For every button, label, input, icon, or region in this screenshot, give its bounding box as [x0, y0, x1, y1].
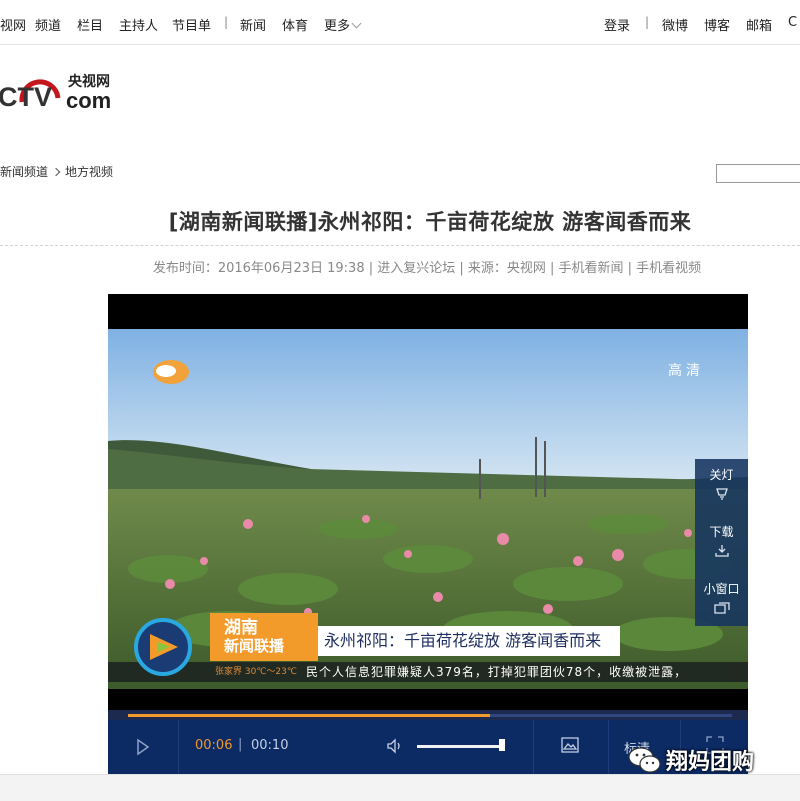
nav-separator: | [224, 15, 229, 29]
play-icon[interactable] [136, 738, 150, 756]
lights-off-label: 关灯 [709, 468, 734, 482]
watermark-text: 翔妈团购 [666, 750, 755, 775]
article-meta: 发布时间：2016年06月23日 19:38 | 进入复兴论坛 | 来源：央视网… [152, 261, 702, 276]
time-separator: | [238, 737, 243, 752]
nav-sports[interactable]: 体育 [282, 15, 308, 34]
breadcrumb-news-channel[interactable]: 新闻频道 [0, 165, 48, 179]
progress-bar[interactable] [108, 710, 748, 720]
weibo-link[interactable]: 微博 [662, 15, 688, 34]
mini-window-label: 小窗口 [703, 582, 740, 596]
top-nav: 视网 频道 栏目 主持人 节目单 | 新闻 体育 更多 登录 | 微博 博客 邮… [0, 0, 800, 45]
program-brand: 湖南 新闻联播 [210, 613, 318, 661]
progress-fill [128, 714, 490, 717]
brand-line-1: 湖南 [224, 618, 258, 638]
wechat-watermark: 翔妈团购 [628, 742, 800, 778]
divider [0, 245, 800, 246]
nav-news[interactable]: 新闻 [240, 15, 266, 34]
nav-channels[interactable]: 频道 [35, 15, 61, 34]
mail-link[interactable]: 邮箱 [746, 15, 772, 34]
nav-hosts[interactable]: 主持人 [119, 15, 158, 34]
lights-off-button[interactable]: 关灯 [695, 466, 748, 501]
breadcrumb: 新闻频道 地方视频 [0, 163, 113, 180]
nav-more[interactable]: 更多 [324, 15, 362, 34]
download-icon [714, 545, 729, 557]
chevron-right-icon [51, 167, 61, 177]
volume-slider[interactable] [417, 745, 501, 748]
current-time: 00:06 [195, 738, 233, 753]
chevron-down-icon [351, 18, 362, 29]
control-divider [608, 720, 609, 774]
search-input[interactable] [716, 164, 800, 183]
nav-separator: | [645, 15, 650, 29]
control-divider [178, 720, 179, 774]
wechat-icon [628, 747, 661, 773]
volume-icon[interactable] [386, 737, 404, 755]
nav-cctv-home[interactable]: 视网 [0, 15, 26, 34]
news-headline: 永州祁阳：千亩荷花绽放 游客闻香而来 [318, 626, 620, 656]
screenshot-icon[interactable] [560, 736, 580, 754]
breadcrumb-local-video[interactable]: 地方视频 [65, 165, 113, 179]
control-divider [533, 720, 534, 774]
blog-link[interactable]: 博客 [704, 15, 730, 34]
download-label: 下载 [709, 525, 734, 539]
download-button[interactable]: 下载 [695, 523, 748, 558]
logo-com-text: com [66, 88, 111, 113]
news-ticker: 张家界 30℃～23℃ 民个人信息犯罪嫌疑人379名，打掉犯罪团伙78个，收缴被… [108, 662, 748, 682]
bottom-bar [0, 774, 800, 801]
video-frame[interactable]: 高清 关灯 下载 小窗口 湖南 新闻联播 永州祁阳：千亩荷花绽放 游客闻香而来 [108, 329, 748, 689]
nav-schedule[interactable]: 节目单 [172, 15, 211, 34]
nav-columns[interactable]: 栏目 [77, 15, 103, 34]
total-time: 00:10 [251, 738, 289, 753]
brand-line-2: 新闻联播 [224, 637, 285, 655]
nav-more-label: 更多 [324, 19, 351, 34]
volume-knob[interactable] [499, 739, 505, 751]
weather-text: 张家界 30℃～23℃ [215, 667, 297, 677]
cntv-logo[interactable]: CTV 央视网 com [0, 62, 130, 114]
lamp-icon [715, 488, 728, 500]
login-link[interactable]: 登录 [604, 15, 630, 34]
logo-ctv-text: CTV [0, 82, 52, 112]
hunan-tv-logo [134, 618, 192, 676]
nav-more-right[interactable]: C [788, 15, 797, 30]
ticker-text: 民个人信息犯罪嫌疑人379名，打掉犯罪团伙78个，收缴被泄露， [306, 665, 688, 679]
video-player[interactable]: 高清 关灯 下载 小窗口 湖南 新闻联播 永州祁阳：千亩荷花绽放 游客闻香而来 [108, 294, 748, 774]
hd-badge: 高清 [668, 363, 704, 379]
page-title: [湖南新闻联播]永州祁阳：千亩荷花绽放 游客闻香而来 [168, 210, 692, 235]
news-lower-third: 湖南 新闻联播 永州祁阳：千亩荷花绽放 游客闻香而来 张家界 30℃～23℃ 民… [108, 601, 748, 689]
